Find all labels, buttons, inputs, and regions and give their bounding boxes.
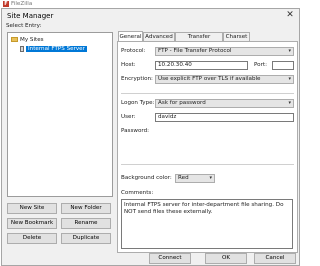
- tree-item-my-sites[interactable]: My Sites: [11, 36, 44, 44]
- ok-button[interactable]: OK: [205, 253, 247, 264]
- port-label: Port:: [254, 62, 267, 68]
- folder-icon: [11, 37, 18, 42]
- user-input[interactable]: davidz: [155, 113, 294, 122]
- delete-button[interactable]: Delete: [7, 233, 57, 244]
- protocol-label: Protocol:: [121, 48, 146, 54]
- protocol-select[interactable]: FTP - File Transfer Protocol ▾: [155, 47, 294, 56]
- tree-item-internal-ftps-server[interactable]: Internal FTPS Server: [20, 45, 87, 53]
- filezilla-icon: F: [3, 1, 9, 7]
- rename-button[interactable]: Rename: [61, 218, 111, 229]
- chevron-down-icon: ▾: [288, 76, 291, 82]
- tab-transfer-settings[interactable]: Transfer Settings: [175, 32, 223, 49]
- encryption-label: Encryption:: [121, 76, 153, 82]
- logon-type-select[interactable]: Ask for password ▾: [155, 99, 294, 108]
- general-panel: Protocol: FTP - File Transfer Protocol ▾…: [117, 41, 298, 253]
- new-folder-button[interactable]: New Folder: [61, 203, 111, 214]
- connect-button[interactable]: Connect: [149, 253, 191, 264]
- comments-label: Comments:: [121, 190, 154, 196]
- chevron-down-icon: ▾: [288, 100, 291, 106]
- background-color-value: Red: [178, 175, 189, 181]
- chevron-down-icon: ▾: [288, 48, 291, 54]
- divider: [121, 164, 294, 165]
- new-bookmark-button[interactable]: New Bookmark: [7, 218, 57, 229]
- tree-item-label: Internal FTPS Server: [26, 46, 87, 52]
- logon-type-label: Logon Type:: [121, 100, 155, 106]
- tab-charset[interactable]: Charset: [223, 32, 250, 41]
- tab-general[interactable]: General: [118, 31, 143, 41]
- app-title: FileZilla: [11, 1, 33, 7]
- tree-item-label: My Sites: [20, 37, 44, 43]
- host-label: Host:: [121, 62, 136, 68]
- duplicate-button[interactable]: Duplicate: [61, 233, 111, 244]
- tab-advanced[interactable]: Advanced: [143, 32, 175, 41]
- background-color-select[interactable]: Red ▾: [175, 174, 215, 183]
- select-entry-label: Select Entry:: [6, 23, 42, 29]
- port-input[interactable]: [272, 61, 294, 70]
- chevron-down-icon: ▾: [209, 175, 212, 181]
- new-site-button[interactable]: New Site: [7, 203, 57, 214]
- user-label: User:: [121, 114, 136, 120]
- app-titlebar: F FileZilla: [0, 0, 300, 8]
- host-input[interactable]: 10.20.30.40: [155, 61, 248, 70]
- password-label: Password:: [121, 128, 150, 134]
- site-tree[interactable]: My Sites Internal FTPS Server: [7, 32, 113, 197]
- divider: [121, 93, 294, 94]
- encryption-select[interactable]: Use explicit FTP over TLS if available ▾: [155, 75, 294, 84]
- protocol-value: FTP - File Transfer Protocol: [158, 48, 232, 54]
- site-manager-dialog: Site Manager ✕ Select Entry: My Sites In…: [1, 8, 300, 266]
- cancel-button[interactable]: Cancel: [254, 253, 296, 264]
- encryption-value: Use explicit FTP over TLS if available: [158, 76, 261, 82]
- close-icon[interactable]: ✕: [284, 10, 296, 20]
- dialog-title: Site Manager: [7, 12, 54, 20]
- server-icon: [20, 45, 24, 52]
- comments-textarea[interactable]: Internal FTPS server for inter-departmen…: [121, 199, 293, 249]
- logon-type-value: Ask for password: [158, 100, 206, 106]
- background-color-label: Background color:: [121, 175, 172, 181]
